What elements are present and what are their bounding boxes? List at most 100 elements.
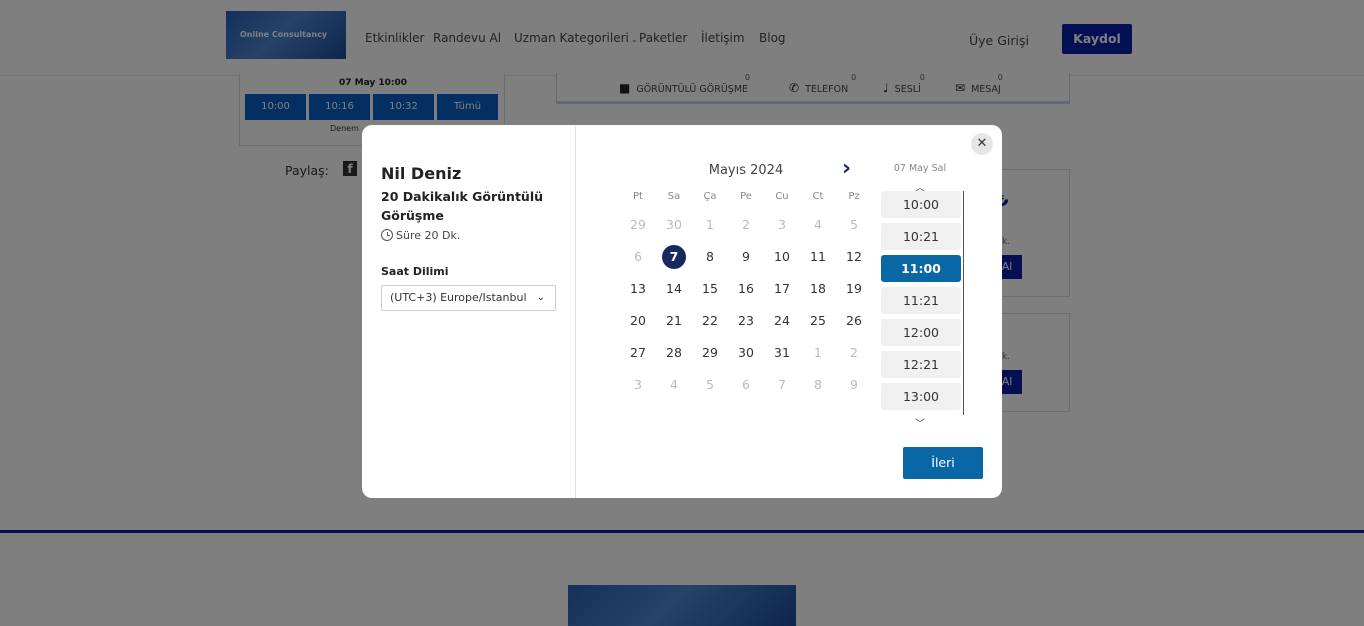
- calendar-day-label: 23: [738, 313, 754, 328]
- calendar-day-label: 7: [778, 377, 786, 392]
- calendar-day[interactable]: 8: [692, 245, 728, 269]
- calendar-month: Mayıs 2024: [708, 163, 784, 178]
- calendar-day: 9: [836, 373, 872, 397]
- calendar-day-label: 11: [810, 249, 826, 264]
- calendar-day: 1: [800, 341, 836, 365]
- calendar-day-label: 9: [742, 249, 750, 264]
- scrollbar[interactable]: [963, 191, 964, 415]
- time-slot[interactable]: 12:00: [881, 319, 961, 346]
- calendar-day-label: 8: [814, 377, 822, 392]
- calendar-day-label: 29: [630, 217, 646, 232]
- calendar-day[interactable]: 25: [800, 309, 836, 333]
- calendar-day-label: 22: [702, 313, 718, 328]
- calendar-day: 3: [620, 373, 656, 397]
- calendar-day[interactable]: 10: [764, 245, 800, 269]
- calendar-day: 1: [692, 213, 728, 237]
- calendar-day[interactable]: 18: [800, 277, 836, 301]
- time-slot[interactable]: 11:21: [881, 287, 961, 314]
- calendar-day-label: 7: [662, 245, 686, 269]
- calendar-day-label: 10: [774, 249, 790, 264]
- calendar-day[interactable]: 23: [728, 309, 764, 333]
- calendar-day-label: 30: [738, 345, 754, 360]
- calendar-day[interactable]: 12: [836, 245, 872, 269]
- calendar-day-label: 28: [666, 345, 682, 360]
- calendar-day-label: 30: [666, 217, 682, 232]
- calendar-day-label: 27: [630, 345, 646, 360]
- calendar-day-label: 9: [850, 377, 858, 392]
- calendar-day: 2: [836, 341, 872, 365]
- calendar-day-label: 17: [774, 281, 790, 296]
- calendar-day[interactable]: 9: [728, 245, 764, 269]
- calendar-day: 4: [656, 373, 692, 397]
- timezone-label: Saat Dilimi: [381, 265, 449, 278]
- calendar-day[interactable]: 30: [728, 341, 764, 365]
- calendar-day[interactable]: 26: [836, 309, 872, 333]
- duration-text: Süre 20 Dk.: [396, 229, 461, 242]
- expert-name: Nil Deniz: [381, 164, 462, 183]
- clock-icon: [381, 229, 393, 241]
- calendar-day[interactable]: 11: [800, 245, 836, 269]
- calendar-day: 7: [764, 373, 800, 397]
- calendar-day-label: 3: [634, 377, 642, 392]
- calendar-day-label: 4: [670, 377, 678, 392]
- time-header: 07 May Sal: [893, 163, 947, 174]
- calendar-day: 5: [836, 213, 872, 237]
- time-slot[interactable]: 12:21: [881, 351, 961, 378]
- timezone-value: (UTC+3) Europe/Istanbul: [390, 291, 527, 304]
- weekday-header: Pt: [633, 191, 643, 202]
- booking-summary: Nil Deniz 20 Dakikalık Görüntülü Görüşme…: [362, 125, 576, 498]
- calendar-day-label: 2: [742, 217, 750, 232]
- time-slot[interactable]: 13:00: [881, 383, 961, 410]
- calendar-day-label: 24: [774, 313, 790, 328]
- calendar-day[interactable]: 7: [656, 245, 692, 269]
- calendar-day-label: 26: [846, 313, 862, 328]
- calendar-day-label: 6: [742, 377, 750, 392]
- calendar-day: 30: [656, 213, 692, 237]
- calendar-day[interactable]: 27: [620, 341, 656, 365]
- next-button[interactable]: İleri: [903, 447, 983, 479]
- calendar-day-label: 13: [630, 281, 646, 296]
- chevron-right-icon[interactable]: ›: [842, 157, 851, 181]
- weekday-header: Pz: [848, 191, 860, 202]
- calendar-day: 3: [764, 213, 800, 237]
- calendar-day[interactable]: 13: [620, 277, 656, 301]
- calendar-day[interactable]: 21: [656, 309, 692, 333]
- time-slot[interactable]: 10:21: [881, 223, 961, 250]
- calendar-day-label: 21: [666, 313, 682, 328]
- duration: Süre 20 Dk.: [381, 229, 460, 242]
- calendar-day-label: 6: [634, 249, 642, 264]
- calendar-day[interactable]: 14: [656, 277, 692, 301]
- calendar-day: 4: [800, 213, 836, 237]
- time-slot[interactable]: 11:00: [881, 255, 961, 282]
- close-button[interactable]: ✕: [971, 133, 993, 155]
- calendar-day: 5: [692, 373, 728, 397]
- calendar-day-label: 2: [850, 345, 858, 360]
- calendar-day: 6: [620, 245, 656, 269]
- calendar-day[interactable]: 29: [692, 341, 728, 365]
- calendar-day[interactable]: 24: [764, 309, 800, 333]
- service-title: 20 Dakikalık Görüntülü Görüşme: [381, 189, 544, 223]
- calendar-day[interactable]: 16: [728, 277, 764, 301]
- calendar-day-label: 15: [702, 281, 718, 296]
- calendar-day[interactable]: 20: [620, 309, 656, 333]
- calendar-day-label: 1: [814, 345, 822, 360]
- weekday-header: Pe: [740, 191, 752, 202]
- calendar-day[interactable]: 22: [692, 309, 728, 333]
- calendar-day[interactable]: 31: [764, 341, 800, 365]
- calendar-day[interactable]: 15: [692, 277, 728, 301]
- calendar-day[interactable]: 17: [764, 277, 800, 301]
- calendar-day-label: 31: [774, 345, 790, 360]
- calendar-day[interactable]: 28: [656, 341, 692, 365]
- chevron-down-icon[interactable]: ﹀: [915, 415, 925, 430]
- booking-modal: Nil Deniz 20 Dakikalık Görüntülü Görüşme…: [362, 125, 1002, 498]
- weekday-header: Cu: [775, 191, 789, 202]
- calendar-day-label: 29: [702, 345, 718, 360]
- calendar-day: 6: [728, 373, 764, 397]
- calendar-day[interactable]: 19: [836, 277, 872, 301]
- time-slot[interactable]: 10:00: [881, 191, 961, 218]
- chevron-down-icon: ⌄: [536, 292, 545, 303]
- calendar-day: 2: [728, 213, 764, 237]
- weekday-header: Ça: [703, 191, 717, 202]
- timezone-select[interactable]: (UTC+3) Europe/Istanbul ⌄: [381, 285, 556, 311]
- calendar-day-label: 12: [846, 249, 862, 264]
